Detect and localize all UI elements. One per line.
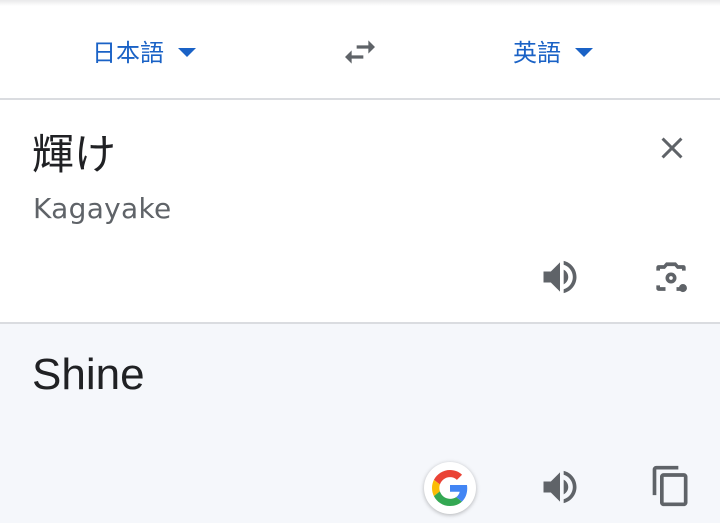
translate-screen: 日本語 英語 輝け Kagayake Shine (0, 0, 720, 523)
swap-arrows-icon (345, 40, 375, 64)
target-caret-down-icon (575, 47, 593, 57)
result-listen-button[interactable] (537, 464, 583, 510)
source-language-selector[interactable]: 日本語 (92, 28, 196, 72)
source-caret-down-icon (178, 47, 196, 57)
copy-button[interactable] (648, 462, 694, 510)
result-text: Shine (32, 350, 145, 399)
target-language-label: 英語 (513, 38, 561, 67)
source-language-label: 日本語 (92, 38, 164, 67)
target-language-selector[interactable]: 英語 (513, 28, 593, 72)
close-icon (661, 137, 683, 159)
google-search-button[interactable] (424, 462, 476, 514)
copy-icon (652, 465, 688, 507)
source-text[interactable]: 輝け (32, 128, 116, 182)
swap-languages-button[interactable] (336, 28, 384, 76)
speaker-icon (543, 470, 577, 504)
source-listen-button[interactable] (537, 254, 583, 300)
source-romanization: Kagayake (33, 192, 172, 225)
speaker-icon (543, 260, 577, 294)
result-panel: Shine (0, 324, 720, 523)
google-logo-icon (432, 470, 468, 506)
camera-icon (656, 262, 687, 293)
language-bar: 日本語 英語 (0, 0, 720, 99)
camera-translate-button[interactable] (647, 254, 695, 302)
source-panel[interactable]: 輝け Kagayake (0, 100, 720, 322)
clear-button[interactable] (650, 126, 694, 170)
